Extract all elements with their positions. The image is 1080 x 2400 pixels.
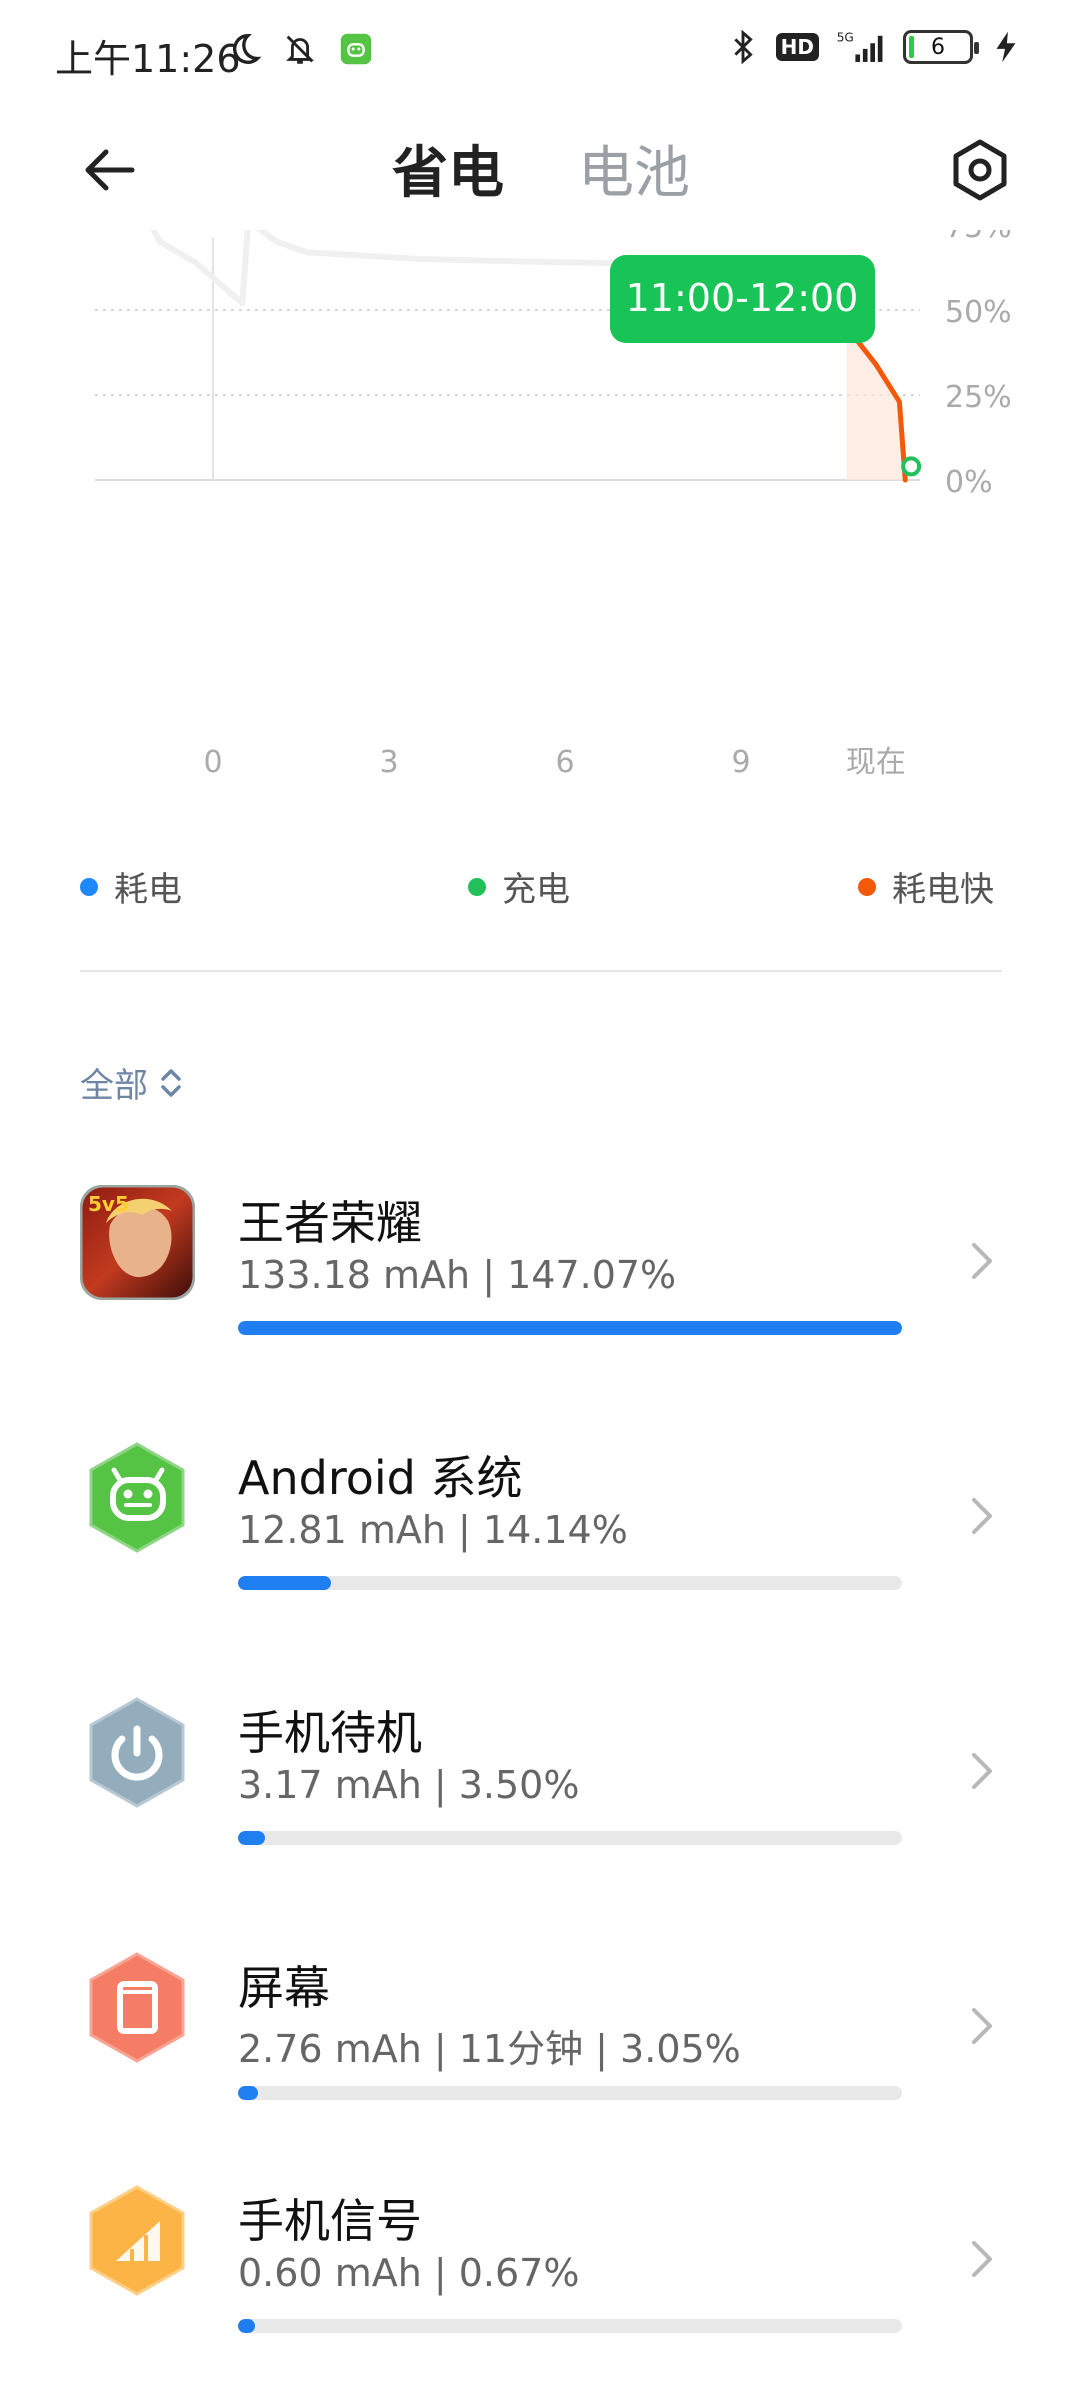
app-name: Android 系统 — [238, 1451, 523, 1505]
app-usage-stat: 2.76 mAh | 11分钟 | 3.05% — [238, 2027, 741, 2071]
chart-tooltip: 11:00-12:00 — [610, 255, 875, 343]
battery-level: 6 — [931, 34, 945, 60]
usage-bar-track — [238, 1321, 902, 1335]
legend-dot-fast-drain — [858, 877, 876, 896]
usage-bar-fill — [238, 1576, 331, 1590]
app-row-phone-signal[interactable]: 手机信号 0.60 mAh | 0.67% — [0, 2183, 1080, 2383]
chevron-right-icon — [972, 2008, 992, 2044]
chevron-up-down-icon — [161, 1068, 181, 1097]
bluetooth-icon — [734, 29, 753, 65]
app-usage-stat: 12.81 mAh | 14.14% — [238, 1508, 628, 1552]
app-name: 手机待机 — [238, 1706, 422, 1760]
series-point — [901, 456, 922, 477]
app-row-honor-of-kings[interactable]: 5v5 王者荣耀 133.18 mAh | 147.07% — [0, 1185, 1080, 1385]
usage-bar-fill — [238, 1321, 902, 1335]
status-left-icons — [225, 30, 375, 68]
settings-icon[interactable] — [940, 130, 1020, 210]
x-tick-label: 6 — [555, 745, 574, 780]
x-tick-label: 0 — [203, 745, 222, 780]
app-row-phone-standby[interactable]: 手机待机 3.17 mAh | 3.50% — [0, 1695, 1080, 1895]
y-tick-label: 75% — [945, 230, 1012, 245]
battery-icon: 6 — [903, 30, 979, 64]
app-name: 屏幕 — [238, 1961, 330, 2015]
header: 省电 电池 — [0, 110, 1080, 220]
status-right-icons: HD 5G 6 — [724, 28, 1025, 66]
usage-bar-track — [238, 2319, 902, 2333]
moon-icon — [233, 33, 262, 64]
chart-legend: 耗电 充电 耗电快 — [0, 862, 1080, 912]
legend-item-charge: 充电 — [468, 862, 570, 911]
tab-power-saving[interactable]: 省电 — [392, 128, 504, 209]
chevron-right-icon — [972, 1753, 992, 1789]
status-bar: 上午11:26 HD 5G 6 — [0, 0, 1080, 100]
y-tick-label: 0% — [945, 465, 993, 500]
legend-dot-charge — [468, 877, 486, 896]
legend-label-fast-drain: 耗电快 — [892, 870, 994, 910]
usage-bar-track — [238, 2086, 902, 2100]
y-tick-label: 25% — [945, 380, 1012, 415]
usage-bar-track — [238, 1831, 902, 1845]
filter-dropdown[interactable]: 全部 — [80, 1058, 184, 1107]
android-icon — [80, 1440, 195, 1555]
x-tick-label: 9 — [731, 745, 750, 780]
hd-icon: HD — [775, 33, 819, 61]
legend-dot-drain — [80, 877, 98, 896]
chevron-right-icon — [972, 1498, 992, 1534]
filter-label: 全部 — [80, 1066, 148, 1106]
screen-icon — [80, 1950, 195, 2065]
app-usage-stat: 133.18 mAh | 147.07% — [238, 1253, 677, 1297]
x-tick-label: 现在 — [846, 745, 906, 780]
app-row-screen[interactable]: 屏幕 2.76 mAh | 11分钟 | 3.05% — [0, 1950, 1080, 2150]
x-tick-label: 3 — [379, 745, 398, 780]
legend-item-drain: 耗电 — [80, 862, 182, 911]
battery-chart: 75% 50% 25% 0% 0 3 6 9 现在 11:00-12:00 — [95, 230, 1012, 780]
chevron-right-icon — [972, 1243, 992, 1279]
legend-label-charge: 充电 — [502, 870, 570, 910]
usage-bar-fill — [238, 2319, 255, 2333]
tooltip-text: 11:00-12:00 — [626, 276, 859, 320]
divider — [80, 970, 1002, 972]
app-name: 王者荣耀 — [238, 1196, 422, 1250]
legend-item-fast-drain: 耗电快 — [858, 862, 994, 911]
usage-bar-fill — [238, 2086, 258, 2100]
chevron-right-icon — [972, 2241, 992, 2277]
tab-battery[interactable]: 电池 — [578, 128, 690, 209]
status-time: 上午11:26 — [55, 37, 241, 81]
power-icon — [80, 1695, 195, 1810]
app-name: 手机信号 — [238, 2194, 422, 2248]
app-row-android-system[interactable]: Android 系统 12.81 mAh | 14.14% — [0, 1440, 1080, 1640]
y-tick-label: 50% — [945, 295, 1012, 330]
app-usage-stat: 0.60 mAh | 0.67% — [238, 2251, 580, 2295]
usage-bar-fill — [238, 1831, 265, 1845]
signal-5g-icon: 5G — [837, 30, 883, 62]
legend-label-drain: 耗电 — [114, 870, 182, 910]
svg-text:5v5: 5v5 — [88, 1192, 129, 1216]
back-arrow-icon[interactable] — [70, 130, 150, 210]
bell-off-icon — [286, 35, 314, 64]
usage-bar-track — [238, 1576, 902, 1590]
game-icon: 5v5 — [80, 1185, 195, 1300]
svg-text:5G: 5G — [837, 30, 854, 44]
android-app-icon — [340, 33, 372, 65]
app-usage-stat: 3.17 mAh | 3.50% — [238, 1763, 580, 1807]
signal-icon — [80, 2183, 195, 2298]
charging-icon — [996, 31, 1016, 63]
fast-drain-area — [846, 327, 906, 480]
